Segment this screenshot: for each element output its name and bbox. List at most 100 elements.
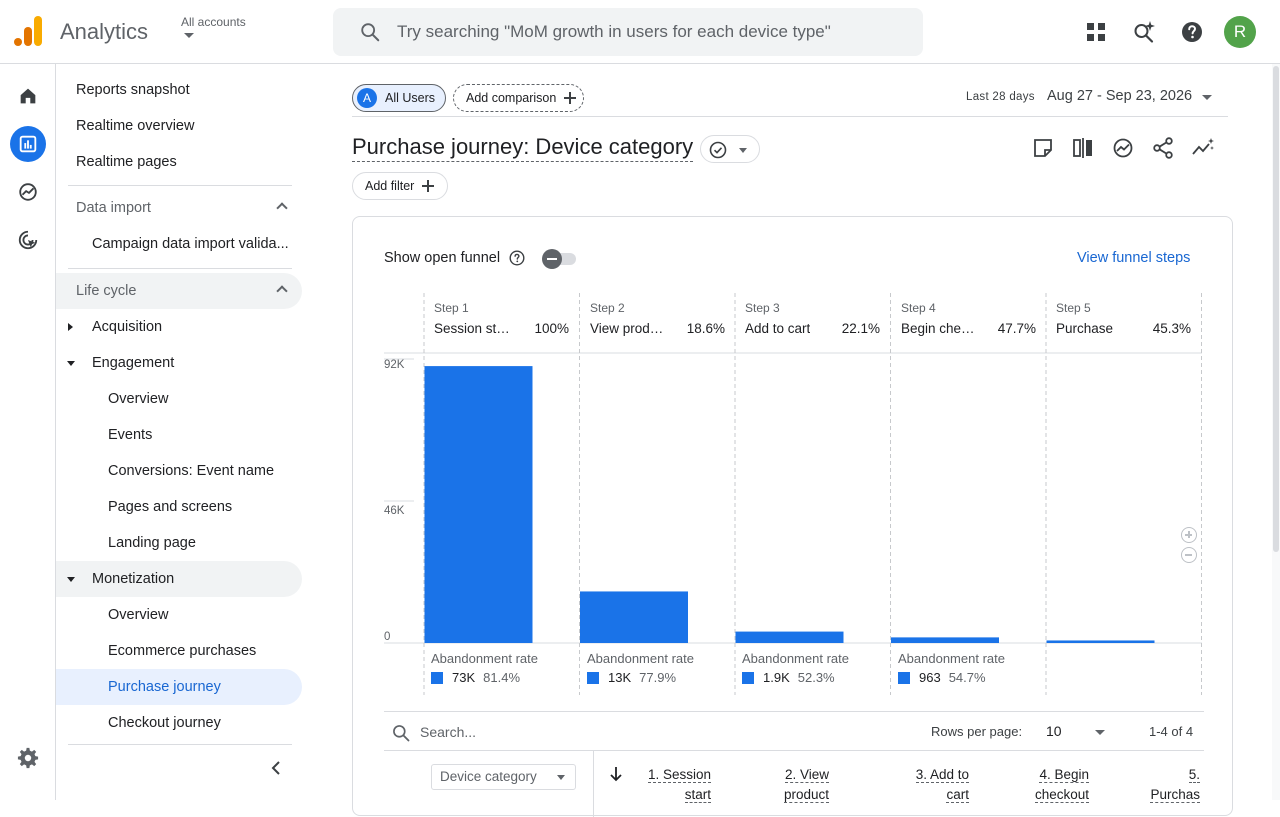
reports-bar-chart-icon	[19, 135, 37, 153]
account-caret-icon[interactable]	[184, 33, 194, 38]
step-name: Begin che…	[901, 321, 975, 336]
insights-icon[interactable]	[1111, 136, 1135, 160]
column-header-begin-checkout[interactable]: 4. Begin checkout	[1009, 765, 1089, 805]
add-comparison-label: Add comparison	[466, 91, 557, 105]
nav-engagement[interactable]: Engagement	[56, 345, 302, 381]
nav-purchase-journey[interactable]: Purchase journey	[56, 669, 302, 705]
explore-icon	[19, 183, 37, 201]
apps-grid-icon[interactable]	[1084, 20, 1108, 44]
expand-arrow-icon	[68, 323, 73, 331]
nav-engagement-landing[interactable]: Landing page	[56, 525, 302, 561]
funnel-chart-svg	[384, 293, 1202, 695]
page-title[interactable]: Purchase journey: Device category	[352, 134, 694, 162]
abandonment-label: Abandonment rate	[742, 651, 849, 666]
nav-engagement-overview[interactable]: Overview	[56, 381, 302, 417]
nav-monetization[interactable]: Monetization	[56, 561, 302, 597]
search-insights-icon[interactable]	[1132, 20, 1156, 44]
account-selector[interactable]: All accounts	[181, 15, 246, 29]
reports-button[interactable]	[10, 126, 46, 162]
nav-monetization-overview[interactable]: Overview	[56, 597, 302, 633]
nav-campaign-data-import[interactable]: Campaign data import valida...	[56, 226, 302, 262]
funnel-step-header: Step 3 Add to cart 22.1%	[735, 293, 890, 353]
step-number: Step 4	[901, 301, 936, 315]
add-comparison-button[interactable]: Add comparison	[453, 84, 584, 112]
funnel-chart: 92K 46K 0 Step 1 Session st… 100% Step 2 …	[384, 293, 1204, 697]
zoom-in-button[interactable]	[1181, 527, 1197, 543]
dimension-dropdown[interactable]: Device category	[431, 764, 576, 790]
search-bar[interactable]	[333, 8, 923, 56]
funnel-card: Show open funnel View funnel steps 92K 4…	[352, 216, 1233, 817]
table-search-input[interactable]	[420, 720, 620, 744]
collapse-arrow-icon	[67, 361, 75, 366]
show-open-funnel-label: Show open funnel	[384, 250, 501, 266]
nav-item-label: Acquisition	[92, 319, 163, 335]
explore-button[interactable]	[10, 174, 46, 210]
share-icon[interactable]	[1151, 136, 1175, 160]
customize-report-icon[interactable]	[1031, 136, 1055, 160]
abandonment-label: Abandonment rate	[587, 651, 694, 666]
advertising-target-icon	[18, 230, 38, 250]
help-icon[interactable]	[1180, 20, 1204, 44]
nav-engagement-events[interactable]: Events	[56, 417, 302, 453]
rows-per-page-select[interactable]: 10	[1046, 723, 1062, 739]
chevron-down-icon[interactable]	[1095, 730, 1105, 735]
account-avatar[interactable]: R	[1224, 16, 1256, 48]
view-funnel-steps-link[interactable]: View funnel steps	[1077, 250, 1190, 266]
step-percent: 47.7%	[997, 321, 1036, 336]
column-header-line: 2. View	[784, 767, 829, 783]
admin-settings-button[interactable]	[10, 740, 46, 776]
home-icon	[20, 88, 36, 104]
column-header-line: 4. Begin	[1039, 767, 1089, 783]
abandonment-rate: Abandonment rate 963 54.7%	[891, 651, 1005, 695]
compare-columns-icon[interactable]	[1071, 136, 1095, 160]
question-circle-icon[interactable]	[509, 250, 525, 266]
date-range-picker[interactable]: Aug 27 - Sep 23, 2026	[1047, 88, 1192, 104]
column-header-add-to-cart[interactable]: 3. Add to cart	[889, 765, 969, 805]
column-header-view-product[interactable]: 2. View product	[754, 765, 829, 805]
abandonment-label: Abandonment rate	[431, 651, 538, 666]
nav-section-life-cycle[interactable]: Life cycle	[56, 273, 302, 309]
funnel-bar	[580, 591, 688, 643]
column-header-purchase[interactable]: 5. Purchas	[1124, 765, 1200, 805]
scrollbar-thumb[interactable]	[1273, 66, 1279, 552]
sort-descending-arrow-icon[interactable]	[609, 766, 623, 782]
column-header-session-start[interactable]: 1. Session start	[639, 765, 711, 805]
home-button[interactable]	[10, 78, 46, 114]
page-scrollbar[interactable]	[1272, 64, 1280, 800]
zoom-out-button[interactable]	[1181, 547, 1197, 563]
nav-acquisition[interactable]: Acquisition	[56, 309, 302, 345]
nav-reports-snapshot[interactable]: Reports snapshot	[56, 72, 302, 108]
open-funnel-toggle[interactable]	[542, 249, 578, 269]
legend-swatch	[431, 671, 443, 684]
segment-chip-all-users[interactable]: A All Users	[352, 84, 446, 112]
nav-item-label: Monetization	[92, 571, 175, 587]
search-input[interactable]	[397, 8, 907, 56]
column-header-line: cart	[946, 787, 969, 803]
collapse-nav-chevron-left-icon[interactable]	[268, 760, 284, 776]
abandonment-percent: 54.7%	[948, 670, 986, 685]
search-icon	[393, 725, 410, 742]
nav-ecommerce-purchases[interactable]: Ecommerce purchases	[56, 633, 302, 669]
table-toolbar: Rows per page: 10 1-4 of 4	[384, 711, 1204, 751]
add-filter-button[interactable]: Add filter	[352, 172, 448, 200]
advertising-button[interactable]	[10, 222, 46, 258]
nav-engagement-conversions[interactable]: Conversions: Event name	[56, 453, 302, 489]
y-tick-label: 92K	[384, 359, 405, 371]
step-percent: 22.1%	[841, 321, 880, 336]
chevron-down-icon[interactable]	[1202, 95, 1212, 100]
search-icon	[361, 23, 380, 42]
abandonment-count: 73K	[452, 670, 476, 685]
chevron-up-icon	[276, 285, 288, 297]
abandonment-rate: Abandonment rate 13K 77.9%	[580, 651, 694, 695]
nav-realtime-pages[interactable]: Realtime pages	[56, 144, 302, 180]
nav-section-label: Life cycle	[76, 283, 137, 299]
nav-realtime-overview[interactable]: Realtime overview	[56, 108, 302, 144]
report-status-dropdown[interactable]	[700, 135, 760, 163]
nav-engagement-pages[interactable]: Pages and screens	[56, 489, 302, 525]
funnel-bar	[424, 366, 533, 643]
nav-checkout-journey[interactable]: Checkout journey	[56, 705, 302, 741]
nav-section-data-import[interactable]: Data import	[56, 190, 302, 226]
trend-sparkle-icon[interactable]	[1191, 136, 1215, 160]
column-header-line: 3. Add to	[915, 767, 969, 783]
check-circle-icon	[709, 141, 727, 159]
